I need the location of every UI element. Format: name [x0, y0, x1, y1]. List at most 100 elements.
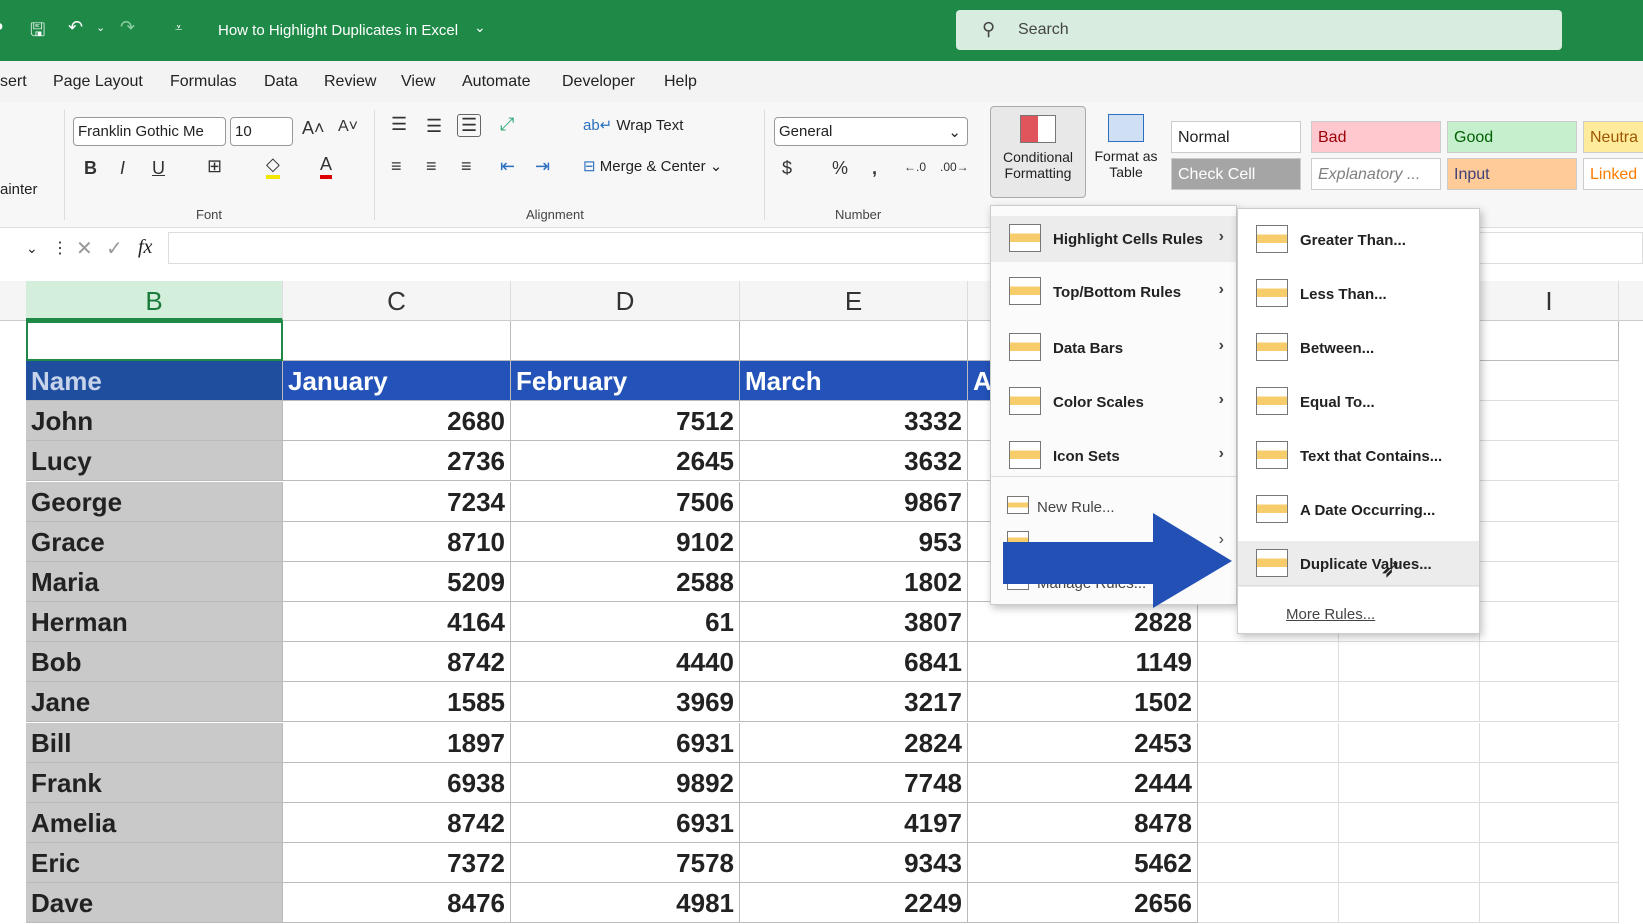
save-icon[interactable]: 🖫: [30, 18, 45, 48]
cell[interactable]: [1480, 561, 1619, 602]
table-header-cell[interactable]: Name: [26, 361, 283, 402]
value-cell[interactable]: 9102: [511, 521, 740, 562]
value-cell[interactable]: 7748: [740, 762, 968, 803]
borders-icon[interactable]: ⊞: [207, 156, 222, 177]
value-cell[interactable]: 3332: [740, 401, 968, 442]
value-cell[interactable]: 4981: [511, 883, 740, 924]
value-cell[interactable]: 5209: [283, 561, 511, 602]
align-center-icon[interactable]: ≡: [426, 156, 437, 177]
font-size-select[interactable]: 10: [230, 117, 293, 146]
currency-icon[interactable]: $: [782, 158, 792, 179]
cell[interactable]: [1480, 361, 1619, 402]
merge-center-button[interactable]: ⊟ Merge & Center ⌄: [583, 157, 722, 175]
name-cell[interactable]: Bill: [26, 722, 283, 763]
align-top-icon[interactable]: ☰: [391, 114, 407, 135]
value-cell[interactable]: 9343: [740, 842, 968, 883]
value-cell[interactable]: 2824: [740, 722, 968, 763]
italic-icon[interactable]: I: [120, 158, 125, 179]
cell[interactable]: [1198, 722, 1339, 763]
table-header-cell[interactable]: January: [283, 361, 511, 402]
name-cell[interactable]: Jane: [26, 682, 283, 723]
cell[interactable]: [1339, 842, 1480, 883]
cell[interactable]: [1198, 842, 1339, 883]
more-rules-item[interactable]: More Rules...: [1286, 606, 1375, 623]
value-cell[interactable]: 2588: [511, 561, 740, 602]
value-cell[interactable]: 1149: [968, 642, 1198, 683]
cell[interactable]: [1198, 762, 1339, 803]
table-header-cell[interactable]: February: [511, 361, 740, 402]
underline-icon[interactable]: U: [152, 158, 165, 179]
value-cell[interactable]: 1897: [283, 722, 511, 763]
orientation-icon[interactable]: ⤢: [500, 114, 514, 135]
tab-page-layout[interactable]: Page Layout: [53, 73, 143, 91]
column-header-C[interactable]: C: [283, 281, 511, 321]
cell[interactable]: [1480, 321, 1619, 361]
value-cell[interactable]: 1585: [283, 682, 511, 723]
value-cell[interactable]: 2656: [968, 883, 1198, 924]
cell[interactable]: [1480, 802, 1619, 843]
align-bottom-icon[interactable]: ☰: [457, 114, 482, 137]
cf-menu-item-1[interactable]: Top/Bottom Rules ›: [991, 269, 1236, 315]
value-cell[interactable]: 2736: [283, 441, 511, 482]
value-cell[interactable]: 8742: [283, 802, 511, 843]
cell-style-5[interactable]: Explanatory ...: [1311, 158, 1441, 190]
enter-icon[interactable]: ✓: [106, 236, 123, 261]
submenu-item-5[interactable]: A Date Occurring...: [1238, 487, 1479, 533]
cell[interactable]: [1198, 802, 1339, 843]
value-cell[interactable]: 8476: [283, 883, 511, 924]
name-cell[interactable]: Amelia: [26, 802, 283, 843]
cell[interactable]: [1198, 642, 1339, 683]
cf-menu-item-0[interactable]: Highlight Cells Rules ›: [991, 216, 1236, 262]
submenu-item-2[interactable]: Between...: [1238, 325, 1479, 371]
cell[interactable]: [283, 321, 511, 361]
cell[interactable]: [1480, 842, 1619, 883]
cell[interactable]: [1480, 441, 1619, 482]
bold-icon[interactable]: B: [84, 158, 97, 179]
value-cell[interactable]: 2444: [968, 762, 1198, 803]
submenu-item-4[interactable]: Text that Contains...: [1238, 433, 1479, 479]
value-cell[interactable]: 7234: [283, 481, 511, 522]
value-cell[interactable]: 3969: [511, 682, 740, 723]
decrease-decimal-icon[interactable]: .00→: [940, 160, 969, 174]
cell[interactable]: [1339, 722, 1480, 763]
cell[interactable]: [1339, 682, 1480, 723]
value-cell[interactable]: 7578: [511, 842, 740, 883]
name-cell[interactable]: Lucy: [26, 441, 283, 482]
undo-icon[interactable]: ↶: [68, 17, 83, 38]
name-box-dropdown-icon[interactable]: ⌄: [26, 240, 38, 257]
cell[interactable]: [1480, 642, 1619, 683]
value-cell[interactable]: 1802: [740, 561, 968, 602]
value-cell[interactable]: 4164: [283, 602, 511, 643]
search-box[interactable]: ⚲ Search: [956, 10, 1562, 50]
submenu-item-6[interactable]: Duplicate Values...: [1238, 541, 1479, 587]
name-cell[interactable]: Herman: [26, 602, 283, 643]
cancel-icon[interactable]: ✕: [76, 236, 93, 261]
cf-menu-item-2[interactable]: Data Bars ›: [991, 325, 1236, 371]
value-cell[interactable]: 3807: [740, 602, 968, 643]
value-cell[interactable]: 8742: [283, 642, 511, 683]
percent-icon[interactable]: %: [832, 158, 848, 179]
cell-style-3[interactable]: Neutra: [1583, 121, 1643, 153]
document-title[interactable]: How to Highlight Duplicates in Excel: [218, 22, 458, 39]
cell[interactable]: [1339, 883, 1480, 924]
tab-developer[interactable]: Developer: [562, 73, 635, 91]
customize-toolbar-icon[interactable]: ⩡: [175, 20, 182, 36]
value-cell[interactable]: 953: [740, 521, 968, 562]
tab-formulas[interactable]: Formulas: [170, 73, 237, 91]
cf-menu-item-4[interactable]: Icon Sets ›: [991, 433, 1236, 479]
value-cell[interactable]: 7506: [511, 481, 740, 522]
cell-style-6[interactable]: Input: [1447, 158, 1577, 190]
comma-style-icon[interactable]: ,: [872, 158, 877, 179]
cell[interactable]: [1480, 602, 1619, 643]
name-cell[interactable]: Maria: [26, 561, 283, 602]
value-cell[interactable]: 8710: [283, 521, 511, 562]
submenu-item-3[interactable]: Equal To...: [1238, 379, 1479, 425]
wrap-text-button[interactable]: ab↵ Wrap Text: [583, 116, 683, 134]
decrease-indent-icon[interactable]: ⇤: [500, 156, 515, 177]
align-middle-icon[interactable]: ☰: [426, 116, 442, 137]
value-cell[interactable]: 2453: [968, 722, 1198, 763]
cell[interactable]: [1198, 883, 1339, 924]
name-cell[interactable]: Eric: [26, 842, 283, 883]
table-header-cell[interactable]: March: [740, 361, 968, 402]
value-cell[interactable]: 4197: [740, 802, 968, 843]
